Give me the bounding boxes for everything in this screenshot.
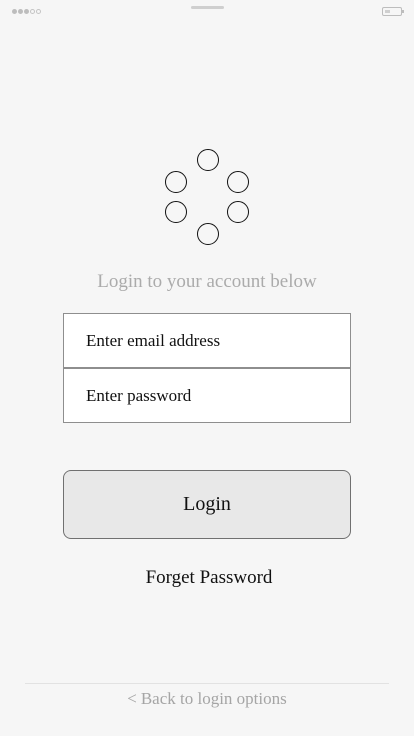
chevron-left-icon: < xyxy=(127,689,137,708)
battery-level xyxy=(385,10,390,13)
bottom-divider xyxy=(25,683,389,684)
battery-icon xyxy=(382,7,402,16)
signal-dot xyxy=(18,9,23,14)
logo-circle xyxy=(197,149,219,171)
login-subtitle: Login to your account below xyxy=(97,271,317,292)
signal-dot xyxy=(12,9,17,14)
battery-tip xyxy=(402,10,404,13)
email-field[interactable] xyxy=(63,313,351,368)
logo-circle xyxy=(227,201,249,223)
logo-circle xyxy=(227,171,249,193)
login-button[interactable]: Login xyxy=(63,470,351,539)
six-circle-ring-logo-icon xyxy=(162,146,254,248)
login-button-label: Login xyxy=(183,493,231,515)
signal-dots-icon xyxy=(12,9,41,14)
status-bar xyxy=(0,0,414,24)
signal-dot xyxy=(30,9,35,14)
password-field[interactable] xyxy=(63,368,351,423)
logo-circle xyxy=(165,201,187,223)
forget-password-link[interactable]: Forget Password xyxy=(0,567,414,589)
back-link-label: Back to login options xyxy=(140,689,287,708)
signal-dot xyxy=(36,9,41,14)
logo-circle xyxy=(197,223,219,245)
notch-indicator xyxy=(191,6,224,9)
back-to-login-options-link[interactable]: < Back to login options xyxy=(0,689,414,709)
logo-circle xyxy=(165,171,187,193)
signal-dot xyxy=(24,9,29,14)
